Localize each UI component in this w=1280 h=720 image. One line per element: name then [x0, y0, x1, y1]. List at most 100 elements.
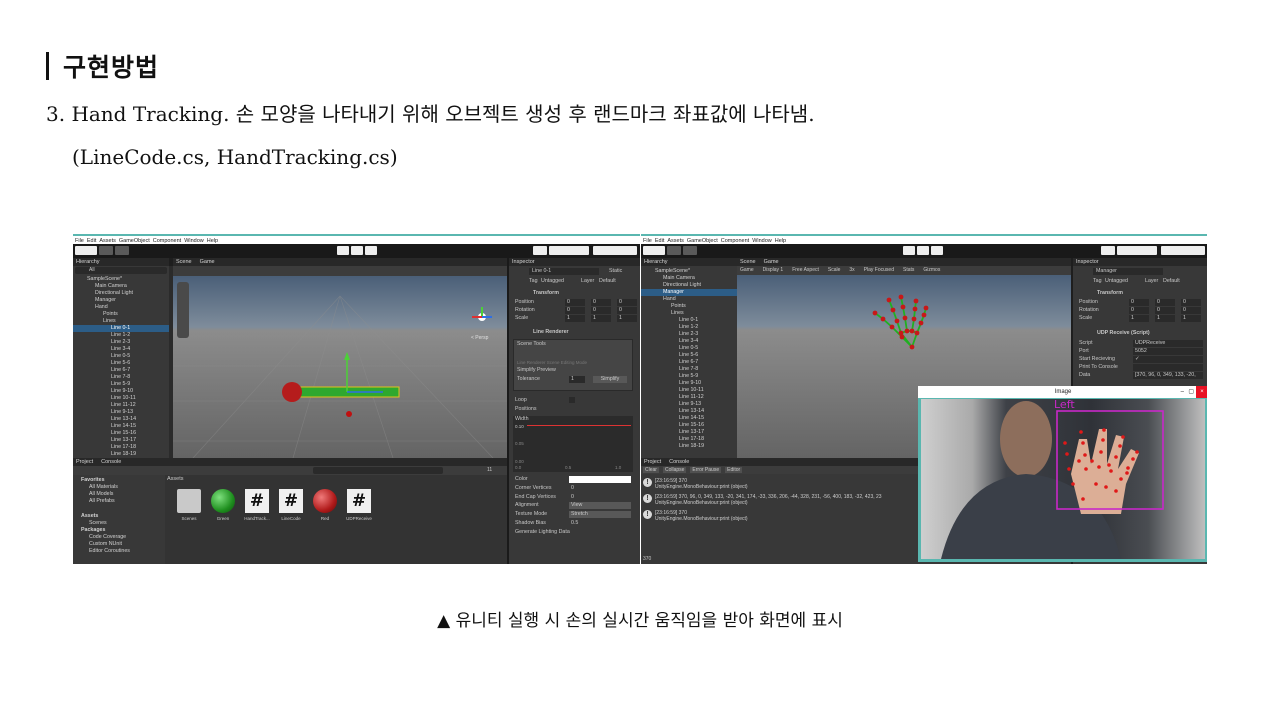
property-value[interactable]: Stretch — [569, 511, 631, 519]
hierarchy-item[interactable]: Line 6-7 — [641, 359, 737, 366]
favorite-item[interactable]: All Materials — [89, 484, 118, 491]
maximize-icon[interactable]: ▢ — [1188, 386, 1194, 398]
transform-header[interactable]: Transform — [1097, 290, 1123, 297]
console-button[interactable]: Collapse — [662, 467, 687, 473]
hierarchy-item[interactable]: Line 13-17 — [73, 437, 169, 444]
scene-root-item[interactable]: SampleScene* — [73, 276, 169, 283]
property-value[interactable]: 0 — [569, 485, 631, 492]
tab-console[interactable]: Console — [101, 459, 121, 465]
hierarchy-item[interactable]: Line 15-16 — [73, 430, 169, 437]
red-sphere[interactable] — [282, 382, 302, 402]
hierarchy-item[interactable]: Points — [641, 303, 737, 310]
cloud-icon[interactable] — [99, 246, 113, 255]
game-toolbar-item[interactable]: Play Focused — [864, 267, 894, 273]
console-button[interactable]: Clear — [643, 467, 659, 473]
property-value[interactable] — [569, 476, 631, 483]
tab-console[interactable]: Console — [669, 459, 689, 465]
project-folder-item[interactable]: Editor Coroutines — [89, 548, 130, 555]
script-field-value[interactable]: [370, 96, 0, 349, 133, -20, — [1133, 372, 1203, 379]
hierarchy-item[interactable]: Line 1-2 — [73, 332, 169, 339]
hierarchy-item[interactable]: Manager — [641, 289, 737, 296]
layer-dropdown[interactable]: Default — [1163, 278, 1180, 285]
transform-x-field[interactable]: 0 — [1129, 307, 1149, 314]
tool-overlay[interactable] — [177, 282, 189, 338]
search-icon[interactable] — [1101, 246, 1115, 255]
hierarchy-item[interactable]: Main Camera — [641, 275, 737, 282]
hierarchy-item[interactable]: Line 14-15 — [641, 415, 737, 422]
hierarchy-item[interactable]: Line 0-1 — [641, 317, 737, 324]
step-button[interactable] — [931, 246, 943, 255]
favorite-item[interactable]: All Models — [89, 491, 113, 498]
collab-icon[interactable] — [683, 246, 697, 255]
orientation-gizmo[interactable] — [472, 307, 492, 321]
asset-item[interactable]: # UDPReceive — [345, 489, 373, 521]
hierarchy-item[interactable]: Directional Light — [73, 290, 169, 297]
tab-project[interactable]: Project — [644, 459, 661, 465]
transform-y-field[interactable]: 1 — [1155, 315, 1175, 322]
transform-z-field[interactable]: 0 — [1181, 307, 1201, 314]
layers-dropdown[interactable] — [1117, 246, 1157, 255]
red-point[interactable] — [346, 411, 352, 417]
pause-button[interactable] — [917, 246, 929, 255]
step-button[interactable] — [365, 246, 377, 255]
tag-dropdown[interactable]: Untagged — [541, 278, 564, 285]
transform-x-field[interactable]: 1 — [565, 315, 585, 322]
hierarchy-item[interactable]: Line 3-4 — [641, 338, 737, 345]
script-field-value[interactable]: 5052 — [1133, 348, 1203, 355]
line-renderer-header[interactable]: Line Renderer — [533, 329, 569, 336]
hierarchy-item[interactable]: Line 13-17 — [641, 429, 737, 436]
asset-item[interactable]: Green — [209, 489, 237, 521]
transform-z-field[interactable]: 1 — [617, 315, 637, 322]
project-folder-item[interactable]: Custom NUnit — [89, 541, 122, 548]
project-folder-item[interactable]: Scenes — [89, 520, 107, 527]
tab-project[interactable]: Project — [76, 459, 93, 465]
hierarchy-item[interactable]: Line 13-14 — [641, 408, 737, 415]
cloud-icon[interactable] — [667, 246, 681, 255]
property-value[interactable]: View — [569, 502, 631, 510]
inspector-tab[interactable]: Inspector — [1073, 258, 1207, 266]
game-toolbar-item[interactable]: 3x — [849, 267, 854, 273]
hierarchy-item[interactable]: Line 7-8 — [641, 366, 737, 373]
play-button[interactable] — [337, 246, 349, 255]
persp-label[interactable]: < Persp — [471, 335, 489, 341]
tab-game[interactable]: Game — [200, 259, 215, 265]
loop-checkbox[interactable] — [569, 397, 575, 403]
hierarchy-item[interactable]: Manager — [73, 297, 169, 304]
static-toggle[interactable]: Static — [609, 268, 622, 275]
game-toolbar-item[interactable]: Gizmos — [923, 267, 940, 273]
game-toolbar-item[interactable]: Game — [740, 267, 754, 273]
transform-x-field[interactable]: 0 — [565, 299, 585, 306]
script-field-value[interactable] — [1133, 364, 1203, 371]
image-window[interactable]: Image – ▢ × ﾠ Left — [918, 386, 1207, 562]
console-button[interactable]: Editor — [725, 467, 743, 473]
inspector-tab[interactable]: Inspector — [509, 258, 640, 266]
hierarchy-item[interactable]: Line 2-3 — [73, 339, 169, 346]
hierarchy-item[interactable]: Line 2-3 — [641, 331, 737, 338]
hierarchy-item[interactable]: Line 0-5 — [73, 353, 169, 360]
hierarchy-tab[interactable]: Hierarchy — [641, 258, 737, 266]
asset-item[interactable]: Scenes — [175, 489, 203, 521]
tab-scene[interactable]: Scene — [740, 259, 756, 265]
tab-game[interactable]: Game — [764, 259, 779, 265]
object-name-field[interactable]: Line 0-1 — [529, 268, 599, 275]
minimize-icon[interactable]: – — [1181, 386, 1184, 398]
transform-y-field[interactable]: 0 — [1155, 307, 1175, 314]
hierarchy-item[interactable]: Line 9-13 — [641, 401, 737, 408]
property-value[interactable]: 0 — [569, 494, 631, 501]
tab-scene[interactable]: Scene — [176, 259, 192, 265]
transform-y-field[interactable]: 0 — [591, 307, 611, 314]
hierarchy-item[interactable]: Line 17-18 — [641, 436, 737, 443]
account-button[interactable] — [643, 246, 665, 255]
transform-x-field[interactable]: 0 — [1129, 299, 1149, 306]
favorites-header[interactable]: Favorites — [81, 477, 105, 484]
hierarchy-item[interactable]: Line 14-15 — [73, 423, 169, 430]
hierarchy-item[interactable]: Hand — [73, 304, 169, 311]
hierarchy-item[interactable]: Line 18-19 — [73, 451, 169, 458]
hierarchy-item[interactable]: Lines — [73, 318, 169, 325]
play-button[interactable] — [903, 246, 915, 255]
transform-z-field[interactable]: 1 — [1181, 315, 1201, 322]
hierarchy-item[interactable]: Line 5-6 — [641, 352, 737, 359]
hierarchy-item[interactable]: Directional Light — [641, 282, 737, 289]
script-field-value[interactable]: ✓ — [1133, 356, 1203, 363]
close-icon[interactable]: × — [1196, 386, 1207, 398]
